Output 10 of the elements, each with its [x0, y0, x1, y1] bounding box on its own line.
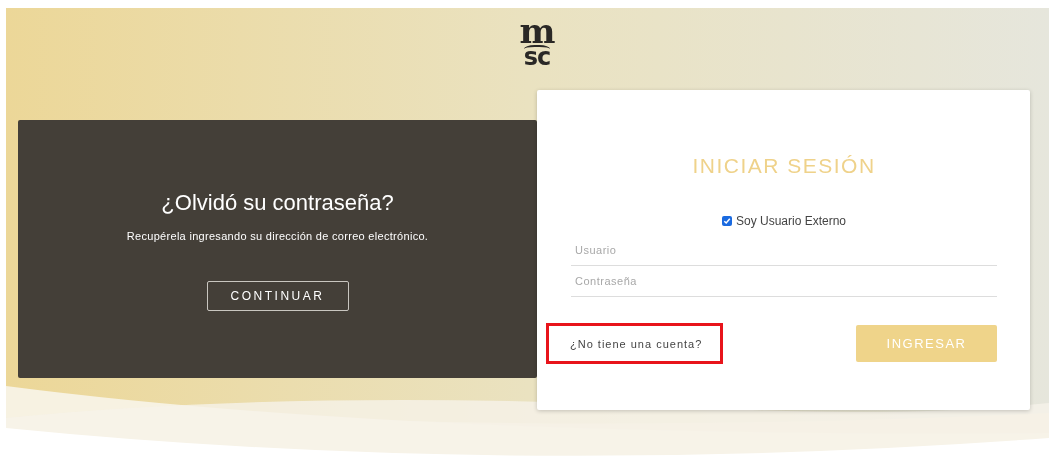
checkbox[interactable]	[721, 216, 732, 226]
input-field[interactable]: Contraseña	[571, 273, 997, 297]
input-field[interactable]: Usuario	[571, 242, 997, 266]
panel-description: Recupérela ingresando su dirección de correo electrónico.	[126, 230, 429, 242]
continue-button[interactable]: CONTINUAR	[206, 281, 349, 311]
panel-title: ¿Olvidó su contraseña?	[161, 190, 394, 216]
logo: m sc	[518, 18, 556, 68]
checkbox-label: Soy Usuario Externo	[735, 214, 847, 228]
login-title: INICIAR SESIÓN	[691, 154, 877, 178]
signup-link[interactable]: ¿No tiene una cuenta?	[546, 323, 723, 364]
